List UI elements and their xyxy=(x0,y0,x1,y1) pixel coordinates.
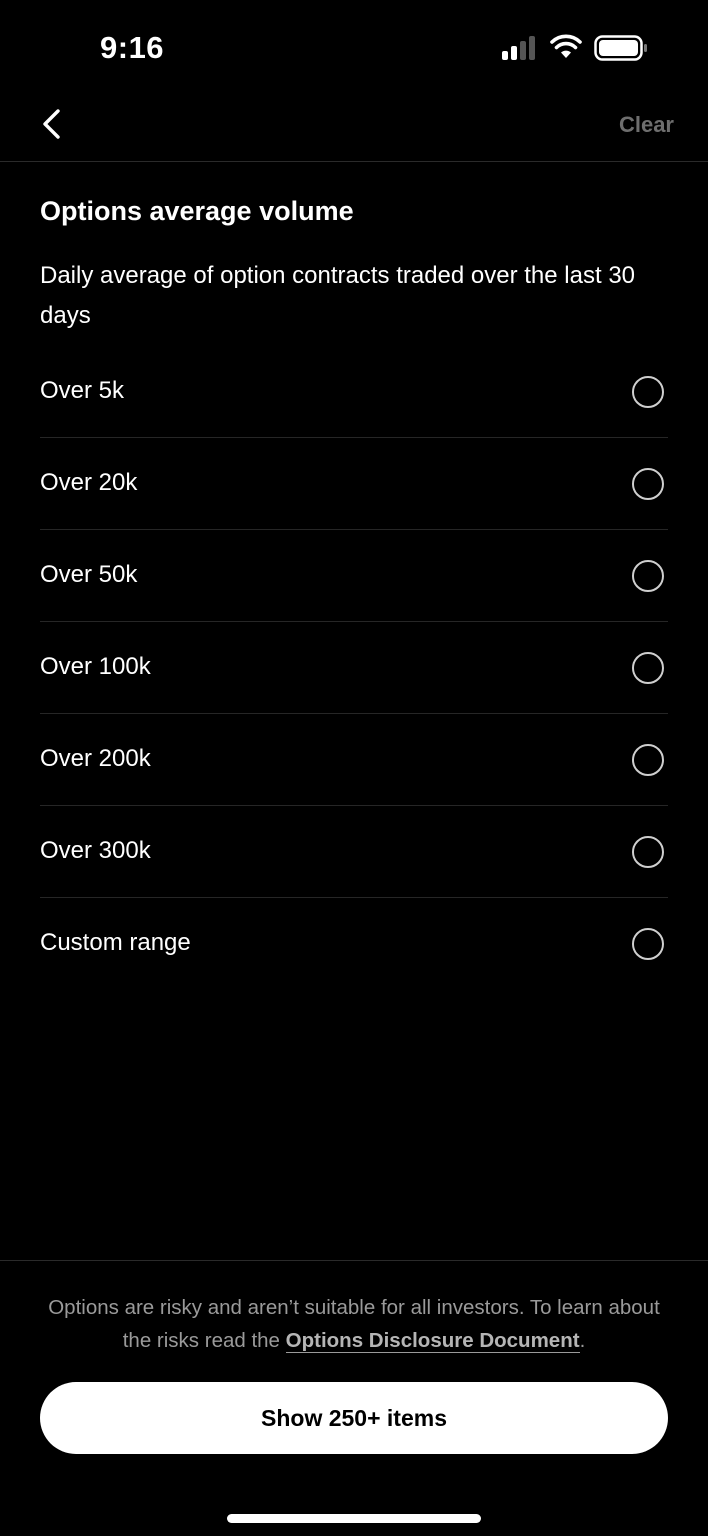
section-description: Daily average of option contracts traded… xyxy=(40,262,636,329)
radio-button[interactable] xyxy=(632,376,664,408)
radio-button[interactable] xyxy=(632,928,664,960)
option-label: Over 300k xyxy=(40,837,151,864)
disclaimer-suffix: . xyxy=(579,1329,586,1352)
status-bar: 9:16 xyxy=(0,0,708,96)
option-label: Over 5k xyxy=(40,377,125,404)
status-time: 9:16 xyxy=(100,30,165,65)
option-label: Over 50k xyxy=(40,561,138,588)
footer: Options are risky and aren’t suitable fo… xyxy=(0,1260,708,1536)
options-disclosure-link[interactable]: Options Disclosure Document xyxy=(285,1329,580,1353)
show-results-button[interactable]: Show 250+ items xyxy=(40,1382,668,1454)
section-title: Options average volume xyxy=(40,196,354,226)
option-label: Over 100k xyxy=(40,653,151,680)
chevron-left-icon xyxy=(43,109,60,139)
radio-button[interactable] xyxy=(632,836,664,868)
options-list: Over 5k Over 20k Over 50k Over 100k Over… xyxy=(40,346,668,990)
option-over-50k[interactable]: Over 50k xyxy=(40,530,668,622)
option-over-200k[interactable]: Over 200k xyxy=(40,714,668,806)
radio-button[interactable] xyxy=(632,560,664,592)
option-over-100k[interactable]: Over 100k xyxy=(40,622,668,714)
home-indicator xyxy=(227,1514,481,1523)
wifi-icon xyxy=(550,34,582,58)
signal-icon xyxy=(502,36,538,60)
nav-bar: Clear xyxy=(0,96,708,162)
screen: 9:16 Clear Options average volume Daily … xyxy=(0,0,708,1536)
option-over-300k[interactable]: Over 300k xyxy=(40,806,668,898)
option-label: Custom range xyxy=(40,929,191,956)
option-over-20k[interactable]: Over 20k xyxy=(40,438,668,530)
option-custom-range[interactable]: Custom range xyxy=(40,898,668,990)
back-button[interactable] xyxy=(34,102,74,146)
option-label: Over 20k xyxy=(40,469,138,496)
risk-disclaimer: Options are risky and aren’t suitable fo… xyxy=(40,1291,668,1357)
option-label: Over 200k xyxy=(40,745,151,772)
battery-icon xyxy=(594,35,647,61)
radio-button[interactable] xyxy=(632,652,664,684)
clear-button[interactable]: Clear xyxy=(619,112,674,138)
radio-button[interactable] xyxy=(632,744,664,776)
radio-button[interactable] xyxy=(632,468,664,500)
option-over-5k[interactable]: Over 5k xyxy=(40,346,668,438)
